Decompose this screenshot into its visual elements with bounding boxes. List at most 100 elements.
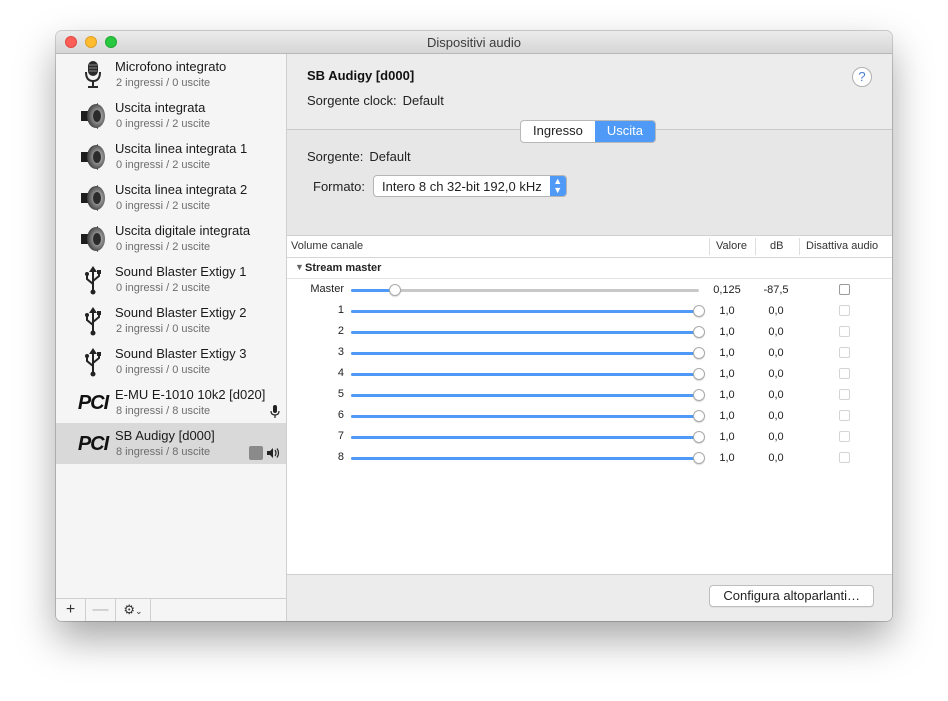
- mute-checkbox[interactable]: [839, 326, 850, 337]
- volume-db: 0,0: [768, 347, 784, 359]
- volume-slider-knob[interactable]: [693, 389, 705, 401]
- title-bar: Dispositivi audio: [56, 31, 892, 54]
- gear-menu-button[interactable]: ⚙⌄: [116, 599, 151, 621]
- mute-checkbox[interactable]: [839, 368, 850, 379]
- volume-slider-knob[interactable]: [388, 284, 401, 296]
- speaker-icon: [74, 223, 112, 255]
- column-header-mute[interactable]: Disattiva audio: [806, 240, 878, 252]
- mute-checkbox[interactable]: [839, 389, 850, 400]
- device-name: Uscita linea integrata 1: [115, 141, 248, 156]
- volume-value: 1,0: [719, 347, 735, 359]
- clock-source-value: Default: [402, 93, 444, 108]
- mute-checkbox[interactable]: [839, 305, 850, 316]
- format-select-value: Intero 8 ch 32-bit 192,0 kHz: [382, 178, 542, 194]
- tab-ingresso[interactable]: Ingresso: [521, 121, 595, 142]
- column-divider: [755, 238, 756, 255]
- remove-device-button[interactable]: —: [86, 599, 116, 621]
- volume-slider[interactable]: [351, 368, 705, 380]
- device-name: E-MU E-1010 10k2 [d020]: [115, 387, 266, 402]
- volume-slider-fill: [351, 373, 699, 376]
- volume-slider-fill: [351, 457, 699, 460]
- clock-source-row: Sorgente clock: Default: [307, 93, 444, 108]
- volume-slider-fill: [351, 310, 699, 313]
- table-row: 5 1,0 0,0: [287, 384, 892, 405]
- device-name: Sound Blaster Extigy 1: [115, 264, 247, 279]
- device-io-count: 8 ingressi / 8 uscite: [116, 405, 211, 417]
- format-select[interactable]: Intero 8 ch 32-bit 192,0 kHz ▲ ▼: [373, 175, 567, 197]
- pci-logo-text: PCI: [77, 432, 109, 455]
- volume-slider[interactable]: [351, 347, 705, 359]
- usb-icon: [74, 264, 112, 296]
- speaker-icon: [74, 100, 112, 132]
- volume-slider[interactable]: [351, 326, 705, 338]
- device-sidebar: Microfono integrato 2 ingressi / 0 uscite…: [56, 54, 287, 621]
- device-item[interactable]: Uscita digitale integrata 0 ingressi / 2 …: [56, 218, 286, 259]
- column-header-channel[interactable]: Volume canale: [291, 240, 363, 252]
- volume-slider-fill: [351, 415, 699, 418]
- mute-checkbox[interactable]: [839, 347, 850, 358]
- default-input-badge: [270, 405, 280, 419]
- volume-slider[interactable]: [351, 389, 705, 401]
- device-io-count: 2 ingressi / 0 uscite: [116, 77, 211, 89]
- volume-value: 0,125: [713, 284, 741, 296]
- volume-slider-knob[interactable]: [693, 431, 705, 443]
- pci-icon: PCI: [74, 428, 112, 460]
- volume-slider-fill: [351, 394, 699, 397]
- volume-slider-knob[interactable]: [693, 368, 705, 380]
- speaker-badge-icon: [267, 448, 280, 458]
- device-list: Microfono integrato 2 ingressi / 0 uscite…: [56, 54, 286, 464]
- volume-slider[interactable]: [351, 410, 705, 422]
- volume-value: 1,0: [719, 326, 735, 338]
- mute-checkbox[interactable]: [839, 410, 850, 421]
- volume-slider-knob[interactable]: [693, 305, 705, 317]
- volume-db: 0,0: [768, 305, 784, 317]
- column-divider: [709, 238, 710, 255]
- table-row: 2 1,0 0,0: [287, 321, 892, 342]
- device-name: Uscita linea integrata 2: [115, 182, 248, 197]
- mute-checkbox[interactable]: [839, 284, 850, 295]
- device-item[interactable]: Uscita linea integrata 1 0 ingressi / 2 u…: [56, 136, 286, 177]
- tab-uscita[interactable]: Uscita: [594, 121, 655, 142]
- device-item[interactable]: Uscita integrata 0 ingressi / 2 uscite: [56, 95, 286, 136]
- device-item[interactable]: Microfono integrato 2 ingressi / 0 uscite: [56, 54, 286, 95]
- microphone-badge-icon: [270, 405, 280, 418]
- device-io-count: 0 ingressi / 2 uscite: [116, 200, 211, 212]
- finder-icon: [249, 446, 263, 460]
- microphone-icon: [74, 59, 112, 91]
- volume-db: 0,0: [768, 452, 784, 464]
- device-item[interactable]: PCI SB Audigy [d000] 8 ingressi / 8 uscite: [56, 423, 286, 464]
- volume-slider[interactable]: [351, 305, 705, 317]
- chevron-down-icon: ⌄: [135, 606, 143, 616]
- volume-db: 0,0: [768, 368, 784, 380]
- device-item[interactable]: PCI E-MU E-1010 10k2 [d020] 8 ingressi / 8…: [56, 382, 286, 423]
- disclosure-triangle-icon[interactable]: ▼: [295, 262, 304, 272]
- device-item[interactable]: Sound Blaster Extigy 2 2 ingressi / 0 usc…: [56, 300, 286, 341]
- mute-checkbox[interactable]: [839, 431, 850, 442]
- device-io-count: 0 ingressi / 2 uscite: [116, 241, 211, 253]
- device-item[interactable]: Sound Blaster Extigy 1 0 ingressi / 2 usc…: [56, 259, 286, 300]
- stream-group-row[interactable]: ▼ Stream master: [287, 258, 892, 279]
- help-button[interactable]: ?: [852, 67, 872, 87]
- volume-slider[interactable]: [351, 431, 705, 443]
- device-name: Sound Blaster Extigy 3: [115, 346, 247, 361]
- device-io-count: 0 ingressi / 2 uscite: [116, 118, 211, 130]
- volume-slider-knob[interactable]: [693, 452, 705, 464]
- source-format-panel: Sorgente: Default Formato: Intero 8 ch 32…: [287, 130, 892, 235]
- volume-slider-knob[interactable]: [693, 326, 705, 338]
- device-name: Sound Blaster Extigy 2: [115, 305, 247, 320]
- device-item[interactable]: Sound Blaster Extigy 3 0 ingressi / 0 usc…: [56, 341, 286, 382]
- column-header-db[interactable]: dB: [770, 240, 783, 252]
- volume-slider-knob[interactable]: [693, 347, 705, 359]
- column-header-value[interactable]: Valore: [716, 240, 747, 252]
- mute-checkbox[interactable]: [839, 452, 850, 463]
- device-item[interactable]: Uscita linea integrata 2 0 ingressi / 2 u…: [56, 177, 286, 218]
- volume-slider[interactable]: [351, 284, 699, 296]
- add-device-button[interactable]: +: [56, 599, 86, 621]
- device-io-count: 0 ingressi / 2 uscite: [116, 282, 211, 294]
- footer-bar: Configura altoparlanti…: [287, 574, 892, 621]
- volume-slider[interactable]: [351, 452, 705, 464]
- audio-devices-window: Dispositivi audio Microfono integrato 2 i…: [56, 31, 892, 621]
- volume-slider-knob[interactable]: [693, 410, 705, 422]
- pci-icon: PCI: [74, 387, 112, 419]
- configure-speakers-button[interactable]: Configura altoparlanti…: [709, 585, 874, 607]
